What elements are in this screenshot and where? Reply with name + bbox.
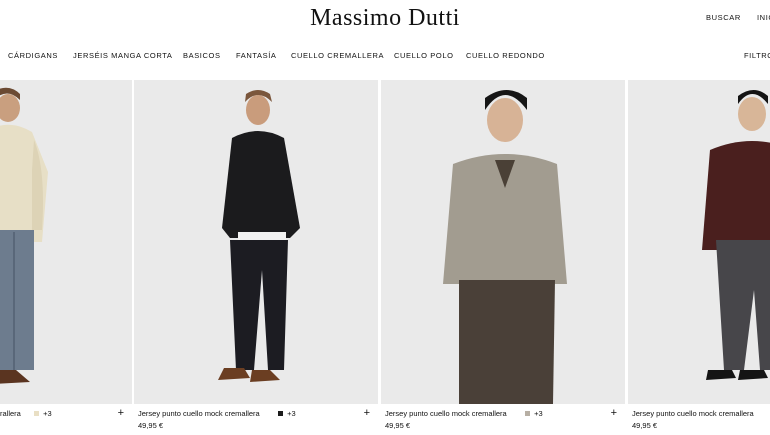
site-header: Massimo Dutti BUSCAR INIC (0, 0, 770, 38)
product-image[interactable] (381, 80, 625, 404)
category-polo-neck[interactable]: CUELLO POLO (394, 51, 454, 60)
brand-logo[interactable]: Massimo Dutti (0, 5, 770, 32)
category-zip-neck[interactable]: CUELLO CREMALLERA (291, 51, 384, 60)
product-name-row: Jersey punto cuello mock cremallera +3 + (138, 407, 370, 419)
more-colors[interactable]: +3 (43, 409, 52, 418)
category-crew-neck[interactable]: CUELLO REDONDO (466, 51, 545, 60)
search-link[interactable]: BUSCAR (706, 13, 741, 22)
product-image[interactable] (0, 80, 132, 404)
plus-icon[interactable]: + (118, 407, 124, 419)
product-name-row: rallera +3 + (0, 407, 124, 419)
login-link[interactable]: INIC (757, 13, 770, 22)
category-nav: CÁRDIGANS JERSÉIS MANGA CORTA BASICOS FA… (0, 44, 770, 68)
color-swatch[interactable] (278, 411, 283, 416)
product-name-row: Jersey punto cuello mock cremallera +3 + (385, 407, 617, 419)
product-name[interactable]: Jersey punto cuello mock cremallera (385, 409, 507, 418)
product-image[interactable] (628, 80, 770, 404)
filter-button[interactable]: FILTRO (744, 51, 770, 60)
product-price: 49,95 € (632, 421, 658, 430)
more-colors[interactable]: +3 (534, 409, 543, 418)
color-swatch[interactable] (525, 411, 530, 416)
category-cardigans[interactable]: CÁRDIGANS (8, 51, 58, 60)
category-basics[interactable]: BASICOS (183, 51, 221, 60)
color-swatch[interactable] (34, 411, 39, 416)
plus-icon[interactable]: + (364, 407, 370, 419)
plus-icon[interactable]: + (611, 407, 617, 419)
product-grid: rallera +3 + Jersey punto cuello mock cr… (0, 80, 770, 435)
more-colors[interactable]: +3 (287, 409, 296, 418)
product-price: 49,95 € (385, 421, 411, 430)
product-name[interactable]: rallera (0, 409, 21, 418)
product-image[interactable] (134, 80, 378, 404)
product-card[interactable]: rallera +3 + (0, 80, 132, 435)
product-name[interactable]: Jersey punto cuello mock cremallera (632, 409, 754, 418)
product-card[interactable]: Jersey punto cuello mock cremallera +3 +… (134, 80, 378, 435)
product-card[interactable]: Jersey punto cuello mock cremallera +3 +… (381, 80, 625, 435)
product-name[interactable]: Jersey punto cuello mock cremallera (138, 409, 260, 418)
category-fantasy[interactable]: FANTASÍA (236, 51, 277, 60)
product-name-row: Jersey punto cuello mock cremallera (632, 409, 762, 419)
product-price: 49,95 € (138, 421, 164, 430)
category-short-sleeve[interactable]: JERSÉIS MANGA CORTA (73, 51, 172, 60)
product-card[interactable]: Jersey punto cuello mock cremallera 49,9… (628, 80, 770, 435)
